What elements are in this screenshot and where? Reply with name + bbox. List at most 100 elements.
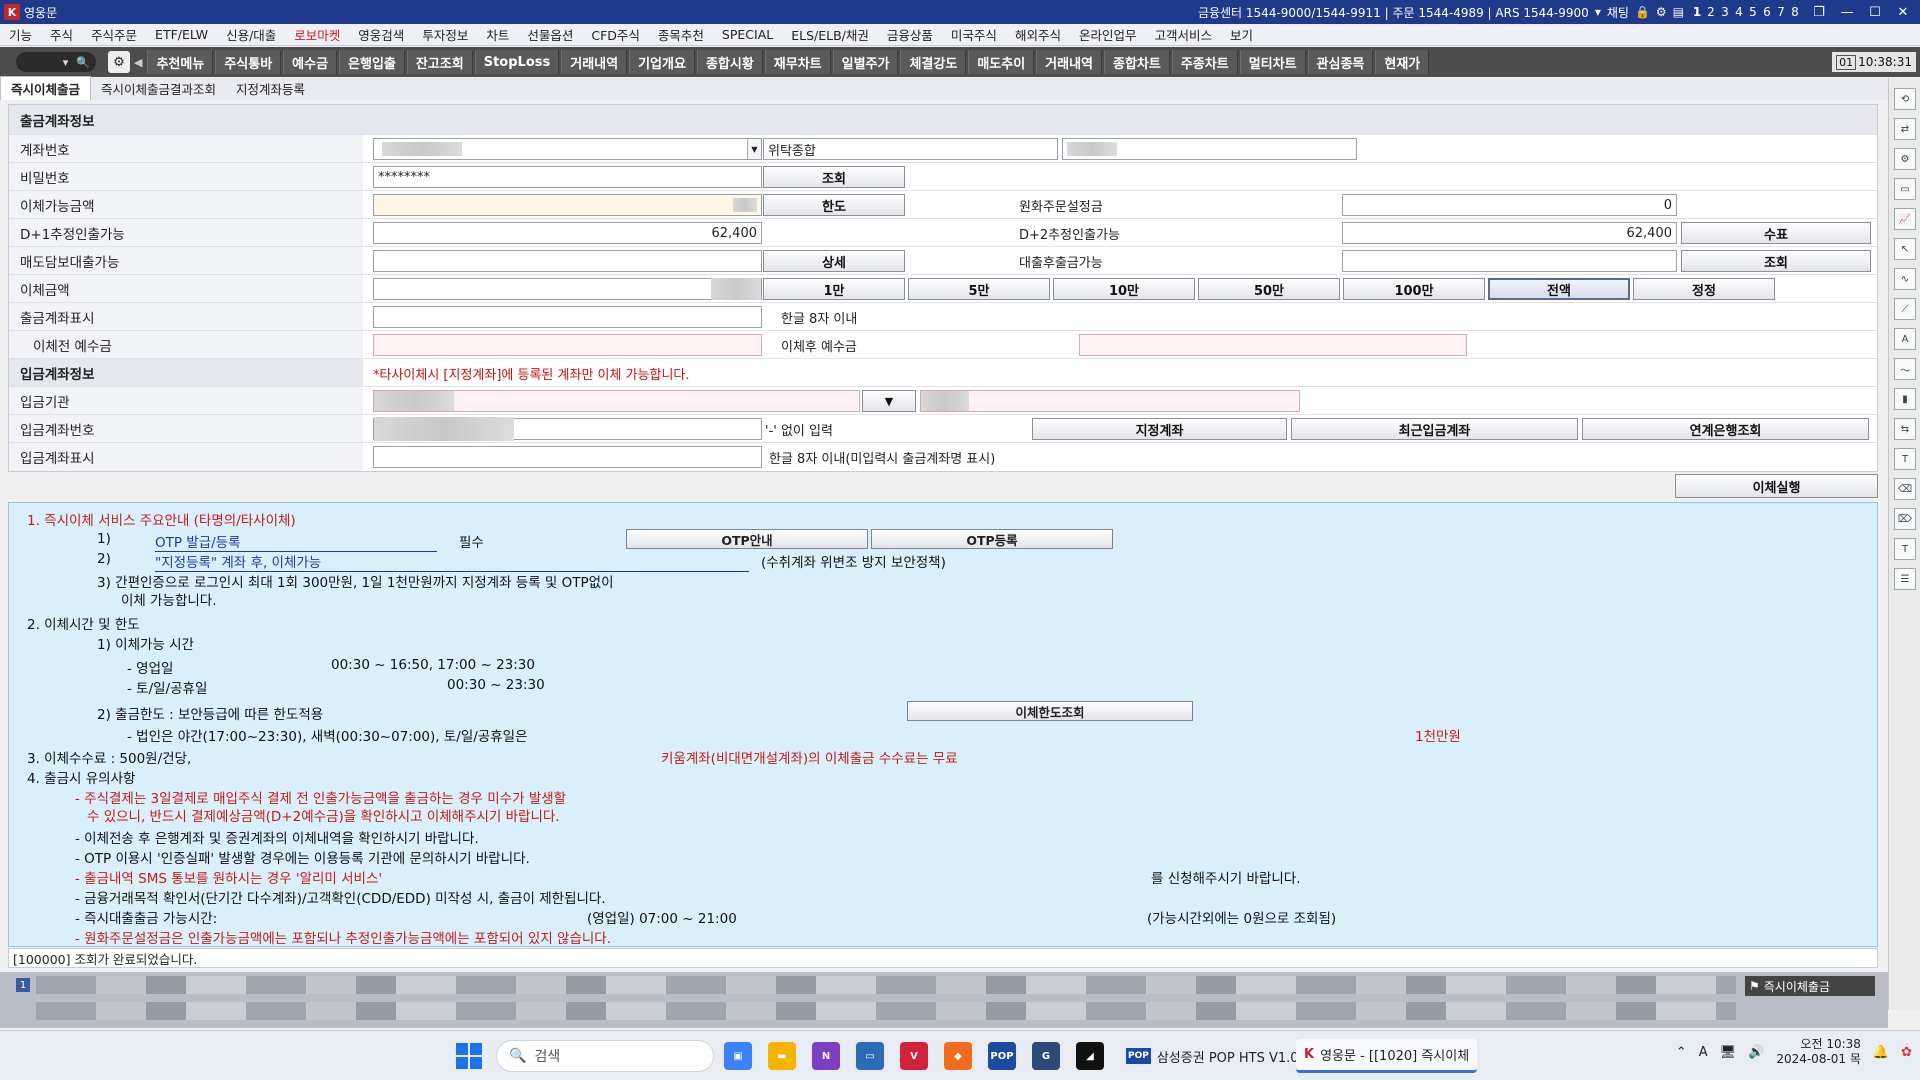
menu-item-2[interactable]: 주식주문 (82, 25, 146, 44)
onenote-icon[interactable]: N (812, 1042, 840, 1070)
screen-number-3[interactable]: 3 (1718, 5, 1732, 19)
menu-item-12[interactable]: SPECIAL (713, 27, 782, 42)
trend-icon[interactable]: ⟋ (1894, 298, 1916, 320)
window-icon[interactable]: ▭ (1894, 178, 1916, 200)
taskbar-search[interactable]: 🔍 검색 (496, 1040, 714, 1072)
menu-item-14[interactable]: 금융상품 (878, 25, 942, 44)
menu-item-4[interactable]: 신용/대출 (217, 25, 285, 44)
menu-item-19[interactable]: 보기 (1221, 25, 1262, 44)
candle-icon[interactable]: ▮ (1894, 388, 1916, 410)
otp-link[interactable]: OTP 발급/등록 (155, 531, 437, 552)
volume-icon[interactable]: 🔊 (1748, 1045, 1764, 1060)
deposit-display-input[interactable] (373, 446, 762, 468)
ime-icon[interactable]: A (1699, 1045, 1708, 1060)
menu-item-0[interactable]: 기능 (0, 25, 41, 44)
transfer-icon[interactable]: ⇄ (1894, 118, 1916, 140)
toolbar-button-17[interactable]: 관심종목 (1307, 50, 1374, 74)
file-app-icon[interactable]: ▣ (724, 1042, 752, 1070)
print-icon[interactable]: ▤ (1673, 5, 1684, 19)
toolbar-button-2[interactable]: 예수금 (283, 50, 338, 74)
menu-item-3[interactable]: ETF/ELW (146, 27, 217, 42)
screen-number-6[interactable]: 6 (1760, 5, 1774, 19)
toolbar-button-18[interactable]: 현재가 (1375, 50, 1430, 74)
refresh-icon[interactable]: ⟲ (1894, 88, 1916, 110)
toolbar-button-1[interactable]: 주식통바 (215, 50, 282, 74)
settings-icon[interactable]: ⚙ (1656, 5, 1667, 19)
amount-all-button[interactable]: 전액 (1488, 278, 1630, 300)
toolbar-button-10[interactable]: 일별주가 (832, 50, 899, 74)
deposit-account-input[interactable] (373, 417, 762, 441)
screen-number-4[interactable]: 4 (1732, 5, 1746, 19)
amount-50k-button[interactable]: 5만 (908, 278, 1050, 300)
menu-search[interactable]: ▾ 🔍 (16, 52, 96, 72)
execute-transfer-button[interactable]: 이체실행 (1675, 474, 1878, 498)
toolbar-button-11[interactable]: 체결강도 (900, 50, 967, 74)
designated-link[interactable]: "지정등록" 계좌 후, 이체가능 (155, 551, 749, 572)
chat-button[interactable]: 채팅 (1607, 4, 1629, 21)
toolbar-button-15[interactable]: 주종차트 (1171, 50, 1238, 74)
bank-select[interactable] (373, 390, 860, 412)
screen-number-2[interactable]: 2 (1704, 5, 1718, 19)
vivaldi-icon[interactable]: V (900, 1042, 928, 1070)
gear-icon[interactable]: ⚙ (108, 51, 130, 73)
menu-item-18[interactable]: 고객서비스 (1145, 25, 1221, 44)
sticky-icon[interactable]: ◢ (1076, 1042, 1104, 1070)
display-input[interactable] (373, 306, 762, 328)
menu-item-15[interactable]: 미국주식 (942, 25, 1006, 44)
cursor-icon[interactable]: ↖ (1894, 238, 1916, 260)
screen-number-7[interactable]: 7 (1774, 5, 1788, 19)
list-icon[interactable]: ☰ (1894, 568, 1916, 590)
swap-icon[interactable]: ⇆ (1894, 418, 1916, 440)
menu-item-16[interactable]: 해외주식 (1006, 25, 1070, 44)
screen-number-8[interactable]: 8 (1788, 5, 1802, 19)
chevron-left-icon[interactable]: ◀ (130, 56, 146, 69)
settings-icon[interactable]: ⚙ (1894, 148, 1916, 170)
text-icon[interactable]: T (1894, 448, 1916, 470)
amount-correct-button[interactable]: 정정 (1633, 278, 1775, 300)
menu-item-7[interactable]: 투자정보 (413, 25, 477, 44)
menu-item-13[interactable]: ELS/ELB/채권 (782, 25, 878, 44)
restore-icon[interactable]: ❐ (1808, 5, 1830, 20)
taskbar-app-heroes[interactable]: K 영웅문 - [[1020] 즉시이체 (1296, 1039, 1478, 1073)
brave-icon[interactable]: ◆ (944, 1042, 972, 1070)
menu-item-1[interactable]: 주식 (41, 25, 82, 44)
amount-1m-button[interactable]: 100만 (1343, 278, 1485, 300)
menu-item-17[interactable]: 온라인업무 (1070, 25, 1146, 44)
detail-button[interactable]: 상세 (763, 250, 905, 272)
g-app-icon[interactable]: G (1032, 1042, 1060, 1070)
chevron-down-icon[interactable]: ▼ (747, 139, 761, 159)
remote-desktop-icon[interactable]: ▭ (856, 1042, 884, 1070)
linked-bank-button[interactable]: 연계은행조회 (1582, 418, 1869, 440)
wave-icon[interactable]: 〜 (1894, 358, 1916, 380)
amount-100k-button[interactable]: 10만 (1053, 278, 1195, 300)
designated-account-button[interactable]: 지정계좌 (1032, 418, 1287, 440)
toolbar-button-0[interactable]: 추천메뉴 (147, 50, 214, 74)
maximize-button[interactable]: ☐ (1864, 5, 1886, 20)
taskbar-app-pop-hts[interactable]: POP 삼성증권 POP HTS V1.0 (1118, 1039, 1307, 1073)
screen-number-1[interactable]: 1 (1690, 5, 1704, 19)
network-icon[interactable]: 🖥 (1720, 1045, 1737, 1060)
transfer-limit-button[interactable]: 이체한도조회 (907, 701, 1193, 721)
amount-500k-button[interactable]: 50만 (1198, 278, 1340, 300)
password-input[interactable]: ******** (373, 166, 762, 188)
menu-item-6[interactable]: 영웅검색 (349, 25, 413, 44)
chart-icon[interactable]: 📈 (1894, 208, 1916, 230)
toolbar-button-14[interactable]: 종합차트 (1104, 50, 1170, 74)
bank-dropdown-icon[interactable]: ▼ (862, 390, 916, 412)
toolbar-button-13[interactable]: 거래내역 (1036, 50, 1102, 74)
menu-item-11[interactable]: 종목추천 (649, 25, 713, 44)
minimize-button[interactable]: — (1836, 5, 1858, 20)
windows-start-icon[interactable] (456, 1043, 482, 1069)
auto-icon[interactable]: A (1894, 328, 1916, 350)
otp-register-button[interactable]: OTP등록 (871, 529, 1113, 549)
toolbar-button-9[interactable]: 재무차트 (764, 50, 831, 74)
toolbar-button-4[interactable]: 잔고조회 (406, 50, 473, 74)
account-select[interactable]: ▼ (373, 138, 762, 160)
dropdown-icon[interactable]: ▾ (1595, 5, 1601, 19)
bottom-window-tab[interactable]: ⚑ 즉시이체출금 (1745, 976, 1875, 996)
pop-hts-icon[interactable]: POP (988, 1042, 1016, 1070)
check-button[interactable]: 수표 (1681, 222, 1871, 244)
tab-designated-account[interactable]: 지정계좌등록 (226, 77, 315, 100)
chevron-up-icon[interactable]: ⌃ (1676, 1045, 1687, 1060)
tab-instant-transfer[interactable]: 즉시이체출금 (0, 76, 92, 100)
